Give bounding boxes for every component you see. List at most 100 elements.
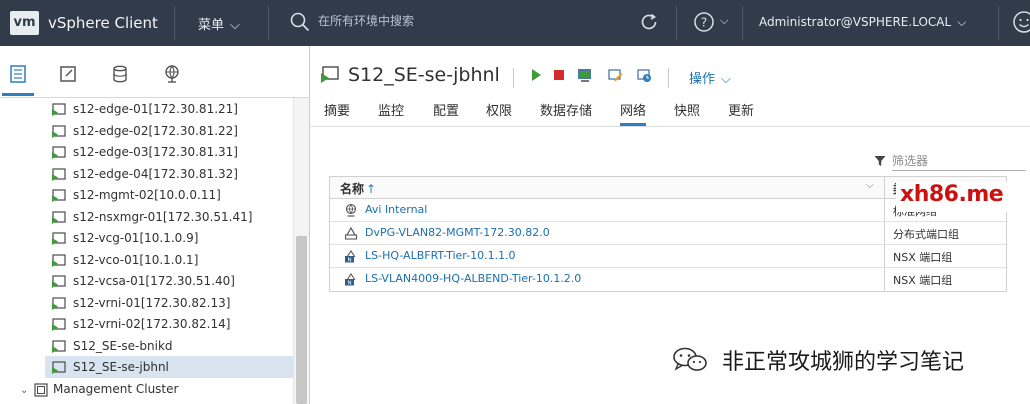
vm-powered-on-icon — [52, 274, 66, 288]
network-type: 分布式端口组 — [893, 228, 959, 241]
table-row[interactable]: N LS-VLAN4009-HQ-ALBEND-Tier-10.1.2.0 NS… — [330, 268, 1006, 291]
vm-powered-on-icon — [321, 66, 339, 83]
chevron-down-icon: ⌵ — [721, 72, 731, 87]
vm-powered-on-icon — [52, 188, 66, 202]
global-search-input[interactable] — [318, 14, 618, 28]
nsx-portgroup-icon: N — [345, 250, 356, 263]
network-type: NSX 端口组 — [893, 251, 953, 264]
scrollbar-thumb[interactable] — [296, 236, 307, 404]
network-name-link[interactable]: Avi Internal — [365, 203, 427, 216]
svg-text:?: ? — [701, 16, 707, 30]
refresh-icon[interactable] — [638, 11, 660, 33]
tab-monitor[interactable]: 监控 — [378, 100, 404, 126]
tab-datastores[interactable]: 数据存储 — [540, 100, 592, 126]
vmware-logo[interactable]: vm — [10, 11, 39, 35]
filter-icon — [874, 156, 886, 166]
wechat-watermark-text: 非正常攻城狮的学习笔记 — [722, 350, 965, 375]
edit-settings-icon[interactable] — [607, 67, 623, 83]
chevron-down-icon: ⌵ — [230, 18, 240, 33]
navigator-scrollbar[interactable] — [293, 98, 309, 404]
tree-vm-item[interactable]: s12-vco-01[10.1.0.1] — [45, 249, 293, 271]
app-title[interactable]: vSphere Client — [48, 14, 158, 32]
tab-summary[interactable]: 摘要 — [324, 100, 350, 126]
expand-chevron-icon[interactable]: ⌄ — [20, 380, 34, 402]
column-header-name[interactable]: 名称 ↑ — [340, 180, 376, 197]
standard-network-icon — [345, 203, 357, 217]
tree-vm-item[interactable]: s12-edge-01[172.30.81.21] — [45, 98, 293, 120]
tree-cluster-item[interactable]: ⌄ Management Cluster — [20, 378, 268, 400]
table-row[interactable]: DvPG-VLAN82-MGMT-172.30.82.0 分布式端口组 — [330, 222, 1006, 245]
user-menu[interactable]: Administrator@VSPHERE.LOCAL ⌵ — [759, 15, 966, 30]
tree-vm-item-selected[interactable]: S12_SE-se-jbhnl — [45, 356, 293, 378]
tree-vm-item[interactable]: s12-nsxmgr-01[172.30.51.41] — [45, 206, 293, 228]
feedback-smiley-icon[interactable] — [1012, 10, 1030, 34]
search-icon — [290, 12, 310, 32]
column-menu-chevron-icon[interactable]: ⌵ — [866, 180, 874, 191]
actions-menu-button[interactable]: 操作 ⌵ — [689, 68, 731, 87]
vm-powered-on-icon — [52, 210, 66, 224]
vm-powered-on-icon — [52, 253, 66, 267]
tree-vm-item[interactable]: s12-edge-03[172.30.81.31] — [45, 141, 293, 163]
tree-item-label: s12-vco-01[10.1.0.1] — [73, 253, 199, 267]
chevron-down-icon[interactable]: ⌵ — [720, 14, 728, 28]
tree-item-label: s12-vcg-01[10.1.0.9] — [73, 231, 199, 245]
pane-splitter[interactable] — [309, 46, 310, 404]
tab-storage[interactable] — [104, 64, 136, 96]
tree-item-label: s12-nsxmgr-01[172.30.51.41] — [73, 210, 253, 224]
tree-item-label: s12-edge-01[172.30.81.21] — [73, 102, 238, 116]
vm-powered-on-icon — [52, 339, 66, 353]
object-title: S12_SE-se-jbhnl — [348, 64, 500, 86]
main-menu-button[interactable]: 菜单 ⌵ — [198, 14, 240, 33]
tree-vm-item[interactable]: s12-vcg-01[10.1.0.9] — [45, 227, 293, 249]
tab-configure[interactable]: 配置 — [433, 100, 459, 126]
power-off-icon[interactable] — [551, 67, 567, 83]
header-divider — [668, 68, 669, 88]
tab-snapshots[interactable]: 快照 — [674, 100, 700, 126]
tree-vm-item[interactable]: s12-vrni-01[172.30.82.13] — [45, 292, 293, 314]
storage-icon — [113, 65, 127, 83]
help-icon[interactable]: ? — [693, 11, 715, 33]
hosts-clusters-icon — [10, 65, 26, 83]
site-watermark: xh86.me — [896, 182, 1030, 212]
tree-vm-item[interactable]: s12-edge-04[172.30.81.32] — [45, 163, 293, 185]
actions-menu-label: 操作 — [689, 72, 716, 87]
nsx-portgroup-icon: N — [345, 273, 356, 286]
navigator-tabs — [0, 46, 310, 98]
tab-permissions[interactable]: 权限 — [486, 100, 512, 126]
tree-vm-item[interactable]: s12-edge-02[172.30.81.22] — [45, 120, 293, 142]
wechat-icon — [673, 347, 707, 371]
vm-powered-on-icon — [52, 296, 66, 310]
tree-item-label: Management Cluster — [53, 382, 179, 396]
svg-text:N: N — [347, 257, 351, 263]
tab-networking[interactable] — [156, 64, 188, 96]
header-divider — [268, 6, 269, 40]
tree-item-label: s12-edge-03[172.30.81.31] — [73, 145, 238, 159]
network-name-link[interactable]: DvPG-VLAN82-MGMT-172.30.82.0 — [365, 226, 550, 239]
network-name-link[interactable]: LS-VLAN4009-HQ-ALBEND-Tier-10.1.2.0 — [365, 272, 581, 285]
power-on-icon[interactable] — [528, 67, 544, 83]
tab-updates[interactable]: 更新 — [728, 100, 754, 126]
tree-vm-item[interactable]: s12-vcsa-01[172.30.51.40] — [45, 270, 293, 292]
table-row[interactable]: N LS-HQ-ALBFRT-Tier-10.1.1.0 NSX 端口组 — [330, 245, 1006, 268]
tree-vm-item[interactable]: s12-vrni-02[172.30.82.14] — [45, 313, 293, 335]
snapshot-icon[interactable] — [636, 67, 652, 83]
tree-item-label: S12_SE-se-bnikd — [73, 339, 173, 353]
tab-vms-templates[interactable] — [52, 64, 84, 96]
tree-item-label: s12-edge-04[172.30.81.32] — [73, 167, 238, 181]
network-name-link[interactable]: LS-HQ-ALBFRT-Tier-10.1.1.0 — [365, 249, 516, 262]
tab-networks[interactable]: 网络 — [620, 100, 647, 126]
console-icon[interactable] — [577, 67, 593, 83]
vm-powered-on-icon — [52, 102, 66, 116]
tree-item-label: S12_SE-se-jbhnl — [73, 360, 169, 374]
tree-vm-item[interactable]: s12-mgmt-02[10.0.0.11] — [45, 184, 293, 206]
header-divider — [676, 6, 677, 40]
tab-hosts-clusters[interactable] — [2, 64, 34, 96]
inventory-tree[interactable]: s12-edge-01[172.30.81.21] s12-edge-02[17… — [0, 98, 293, 404]
tabs-underline — [310, 126, 1030, 127]
distributed-portgroup-icon — [344, 226, 358, 240]
tree-item-label: s12-vcsa-01[172.30.51.40] — [73, 274, 235, 288]
filter-input[interactable] — [892, 151, 1026, 171]
sort-ascending-icon[interactable]: ↑ — [366, 182, 376, 196]
tree-vm-item[interactable]: S12_SE-se-bnikd — [45, 335, 293, 357]
site-watermark-text: xh86.me — [900, 182, 1004, 207]
